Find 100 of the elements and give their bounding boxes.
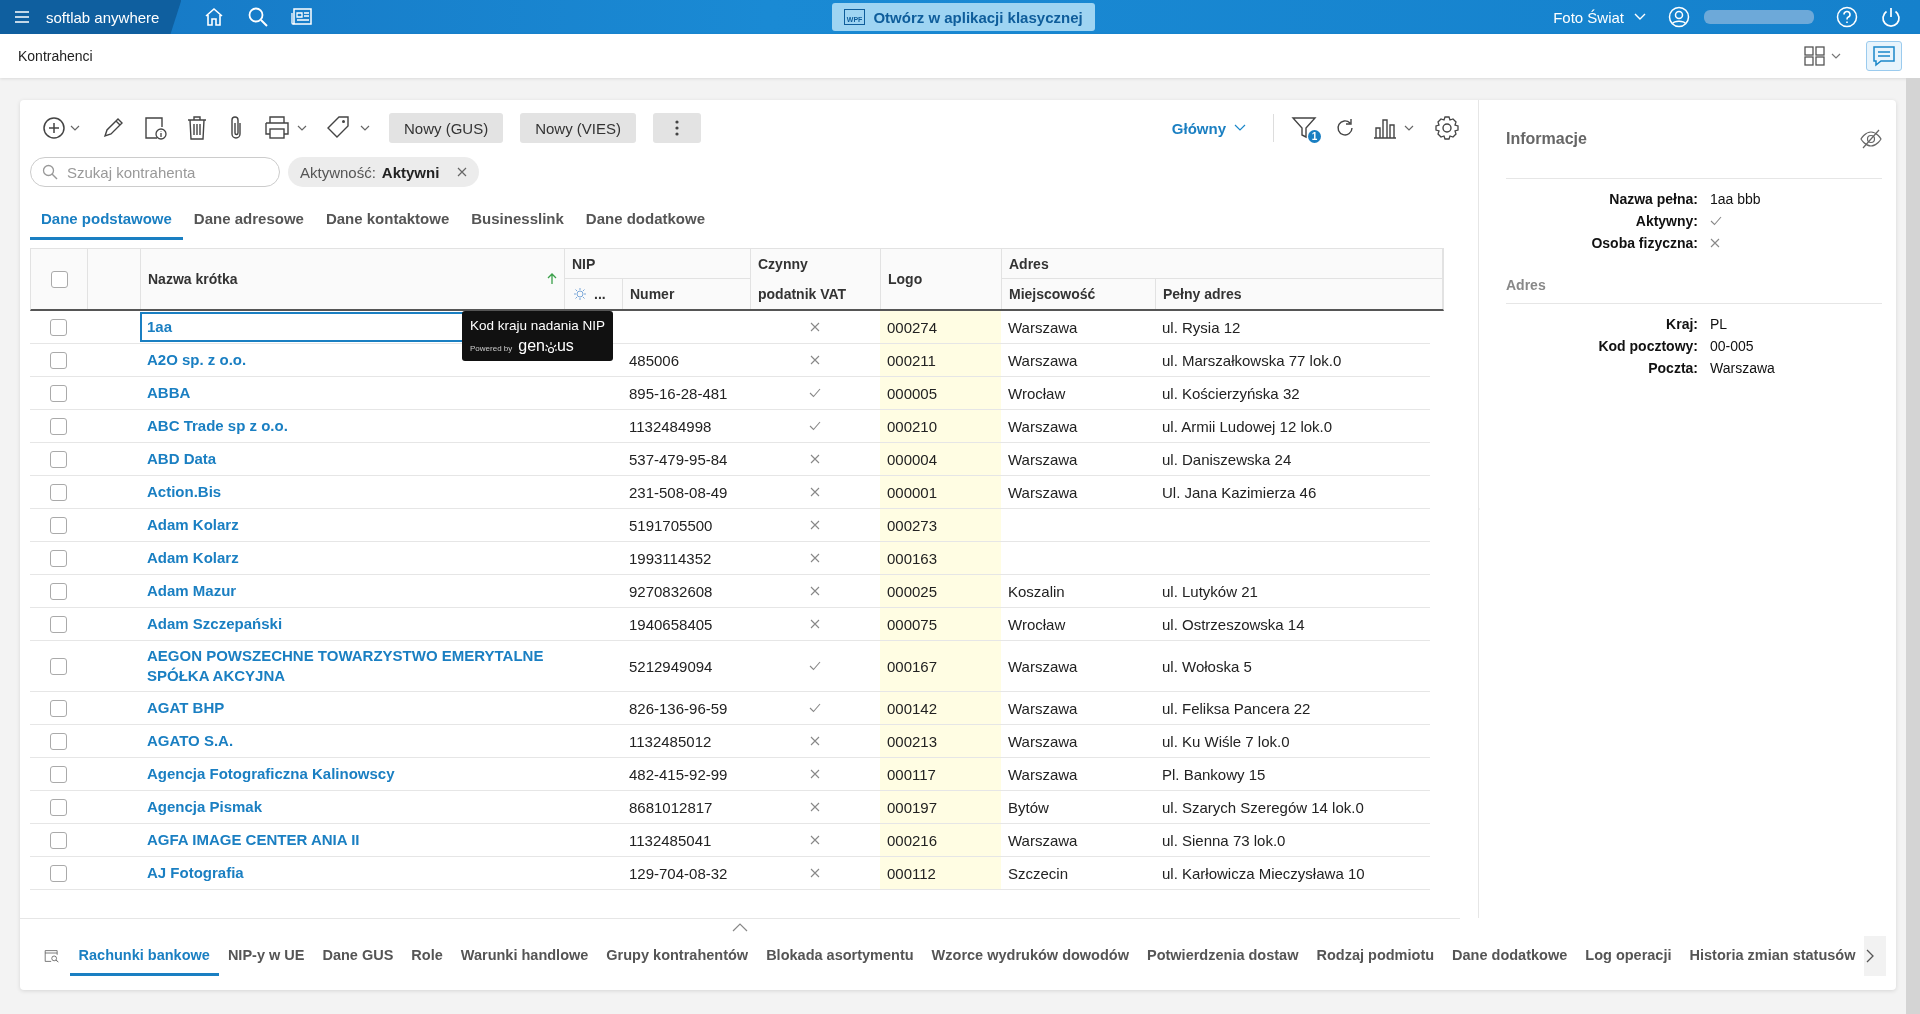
search-field[interactable]: Szukaj kontrahenta [30,157,280,187]
row-checkbox[interactable] [50,699,67,717]
table-cell: Warszawa [1008,732,1078,750]
tab[interactable]: NIP-y w UE [218,936,314,976]
tab[interactable]: Role [402,936,452,976]
row-checkbox[interactable] [50,732,67,750]
scrollbar[interactable] [1906,78,1920,1014]
name-link[interactable]: ABD Data [140,444,564,474]
field-label: Osoba fizyczna: [1590,235,1698,251]
tab[interactable]: Log operacji [1576,936,1681,976]
tab[interactable]: Potwierdzenia dostaw [1138,936,1308,976]
name-link[interactable]: AEGON POWSZECHNE TOWARZYSTWO EMERYTALNE SPÓŁKA AKCYJNA [140,642,564,690]
row-checkbox[interactable] [50,615,67,633]
filter-icon[interactable] [1291,116,1317,140]
printer-icon[interactable] [263,115,309,141]
table-cell: 1132485012 [629,732,712,750]
row-checkbox[interactable] [50,516,67,534]
tab[interactable]: Dane kontaktowe [314,200,461,240]
field-value: 00-005 [1710,338,1755,354]
row-checkbox[interactable] [50,831,67,849]
trash-icon[interactable] [185,115,209,141]
field-label: Aktywny: [1634,213,1698,229]
company-dropdown[interactable]: Foto Świat [1553,8,1646,26]
power-icon[interactable] [1880,6,1902,28]
name-link[interactable]: Agencja Pismak [140,792,564,822]
tab[interactable]: Rodzaj podmiotu [1307,936,1444,976]
column-header[interactable]: Numer [630,286,675,302]
row-checkbox[interactable] [50,765,67,783]
name-link[interactable]: Adam Kolarz [140,543,564,573]
tab[interactable]: Dane adresowe [182,200,315,240]
tab[interactable]: Dane dodatkowe [1443,936,1577,976]
field-label: Kod pocztowy: [1597,338,1698,354]
chevron-down-icon [1234,124,1246,132]
tab[interactable]: Dane podstawowe [30,200,183,240]
tab[interactable]: Grupy kontrahentów [597,936,758,976]
table-cell: 000025 [887,582,938,600]
tab[interactable]: Rachunki bankowe [69,936,219,976]
row-checkbox[interactable] [50,384,67,402]
tab[interactable]: Dane dodatkowe [574,200,716,240]
search-icon[interactable] [247,6,270,28]
row-checkbox[interactable] [50,483,67,501]
column-header[interactable]: Nazwa krótka [148,271,238,287]
table-cell: Ul. Jana Kazimierza 46 [1162,483,1317,501]
column-header[interactable]: Pełny adres [1163,286,1242,302]
name-link[interactable]: Agencja Fotograficzna Kalinowscy [140,759,564,789]
row-checkbox[interactable] [50,417,67,435]
tab[interactable]: Blokada asortymentu [757,936,923,976]
view-dropdown[interactable]: Główny [1171,119,1246,137]
name-link[interactable]: ABC Trade sp z o.o. [140,411,564,441]
refresh-icon[interactable] [1334,117,1356,139]
name-link[interactable]: AGAT BHP [140,693,564,723]
section-title: Adres [1506,277,1546,293]
menu-icon[interactable] [14,10,30,24]
close-icon[interactable] [457,167,468,177]
hide-eye-icon[interactable] [1860,128,1882,150]
name-link[interactable]: AGFA IMAGE CENTER ANIA II [140,825,564,855]
settings-icon[interactable] [1434,115,1460,141]
new-contractor-button[interactable]: Nowy (VIES) [520,113,637,143]
table-cell: 000005 [887,384,938,402]
row-checkbox[interactable] [50,798,67,816]
sun-icon [572,287,588,301]
newspaper-icon[interactable] [291,7,314,27]
name-link[interactable]: Adam Mazur [140,576,564,606]
row-checkbox[interactable] [50,450,67,468]
name-link[interactable]: AJ Fotografia [140,858,564,888]
chat-button[interactable] [1866,41,1902,71]
column-header[interactable]: Czynny podatnik VAT [758,249,858,309]
name-link[interactable]: Adam Kolarz [140,510,564,540]
tab[interactable]: Historia zmian statusów [1680,936,1865,976]
column-header[interactable]: Miejscowość [1009,286,1096,302]
name-link[interactable]: Adam Szczepański [140,609,564,639]
row-checkbox[interactable] [50,657,67,675]
pencil-icon[interactable] [101,116,125,140]
select-all-checkbox[interactable] [50,270,68,288]
chevron-up-icon[interactable] [732,923,748,932]
table-cell: ul. Marszałkowska 77 lok.0 [1162,351,1342,369]
new-contractor-button[interactable]: Nowy (GUS) [389,113,504,143]
row-checkbox[interactable] [50,351,67,369]
column-header[interactable]: Logo [888,271,923,287]
tab[interactable]: Businesslink [460,200,575,240]
help-icon[interactable] [1836,6,1858,28]
row-checkbox[interactable] [50,864,67,882]
user-icon[interactable] [1668,6,1690,28]
name-link[interactable]: ABBA [140,378,564,408]
row-checkbox[interactable] [50,318,67,336]
table-cell: ul. Ostrzeszowska 14 [1162,615,1305,633]
document-info-icon[interactable] [142,115,168,141]
more-options-button[interactable] [653,113,702,143]
tab[interactable]: Wzorce wydruków dowodów [922,936,1138,976]
scroll-right-button[interactable] [1864,936,1886,976]
column-header[interactable]: ... [594,286,606,302]
row-checkbox[interactable] [50,549,67,567]
name-link[interactable]: Action.Bis [140,477,564,507]
table-cell: 000197 [887,798,938,816]
tab[interactable]: Dane GUS [313,936,403,976]
row-checkbox[interactable] [50,582,67,600]
sort-ascending-icon[interactable] [547,273,557,285]
table-cell: Warszawa [1008,483,1078,501]
name-link[interactable]: AGATO S.A. [140,726,564,756]
tab[interactable]: Warunki handlowe [451,936,598,976]
